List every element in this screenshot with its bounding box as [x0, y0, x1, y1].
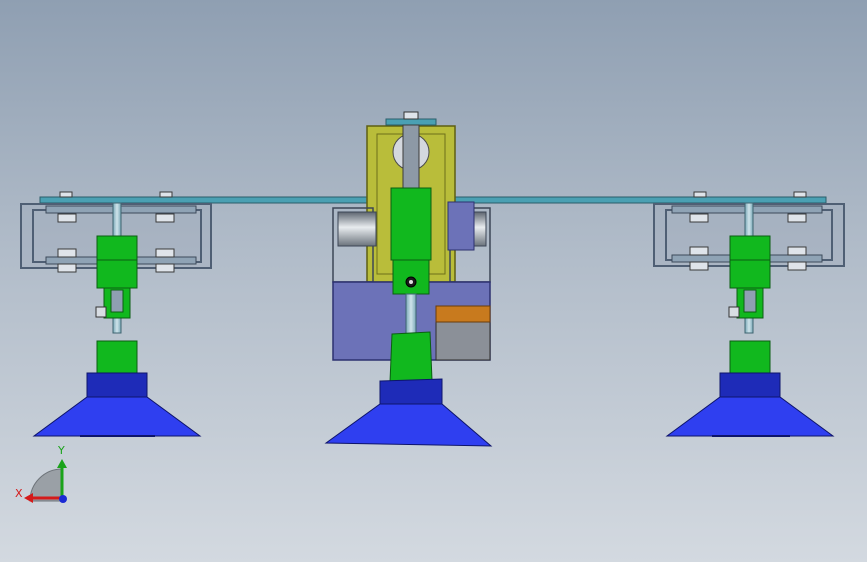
left-suction-module — [20, 191, 212, 437]
axis-triad: X Y — [15, 444, 67, 503]
center-shaft — [405, 293, 417, 337]
center-left-cylinder — [337, 211, 377, 247]
center-green-actuator — [390, 187, 432, 261]
y-axis-label: Y — [57, 444, 65, 457]
left-suction-cup — [32, 396, 202, 437]
x-axis-arrowhead — [24, 493, 33, 503]
center-vertical-link — [402, 124, 420, 196]
left-cup-top — [86, 372, 148, 398]
right-suction-module — [653, 191, 845, 437]
right-pin-nut — [728, 306, 740, 318]
right-green-coupling — [729, 235, 771, 289]
cad-viewport[interactable]: X Y — [0, 0, 867, 562]
left-pin-nut — [95, 306, 107, 318]
center-module — [324, 111, 493, 447]
x-axis-label: X — [15, 487, 23, 500]
center-cup-top — [379, 378, 443, 405]
z-axis-dot — [59, 495, 67, 503]
right-suction-cup — [665, 396, 835, 437]
left-lower-green — [96, 340, 138, 374]
gripper-assembly-drawing: X Y — [15, 111, 845, 503]
left-green-coupling — [96, 235, 138, 289]
right-lower-green — [729, 340, 771, 374]
axis-quadrant — [29, 468, 63, 502]
right-cup-top — [719, 372, 781, 398]
y-axis-arrowhead — [57, 459, 67, 468]
center-lower-green — [389, 331, 433, 383]
center-top-plate — [385, 118, 437, 126]
center-suction-cup — [324, 403, 493, 447]
